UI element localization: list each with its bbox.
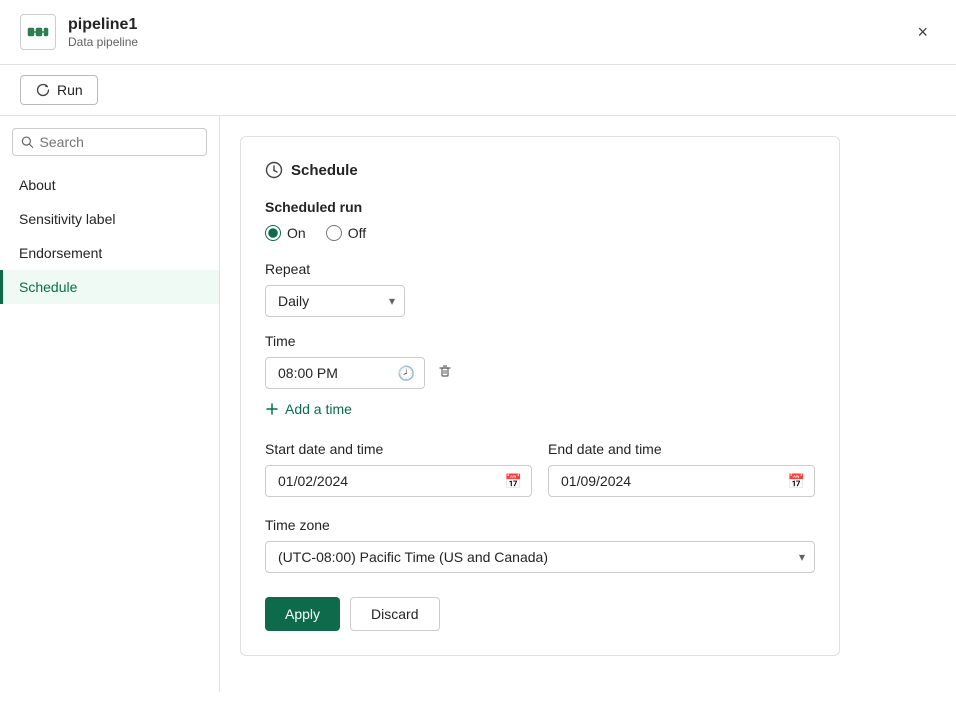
start-date-input[interactable] [265,465,532,497]
run-button[interactable]: Run [20,75,98,105]
time-label: Time [265,333,815,349]
time-row: 🕗 [265,357,815,389]
main-layout: About Sensitivity label Endorsement Sche… [0,116,956,692]
end-date-label: End date and time [548,441,815,457]
sidebar-item-sensitivity-label[interactable]: Sensitivity label [0,202,219,236]
sidebar: About Sensitivity label Endorsement Sche… [0,116,220,692]
search-input[interactable] [40,134,198,150]
title-group: pipeline1 Data pipeline [68,15,138,48]
end-date-input-wrapper: 📅 [548,465,815,497]
start-date-field: Start date and time 📅 [265,441,532,497]
radio-off-input[interactable] [326,225,342,241]
radio-off[interactable]: Off [326,225,366,241]
scheduled-run-label: Scheduled run [265,199,815,215]
trash-icon [437,363,453,379]
header: pipeline1 Data pipeline × [0,0,956,65]
timezone-select[interactable]: (UTC-08:00) Pacific Time (US and Canada)… [265,541,815,573]
timezone-wrapper: (UTC-08:00) Pacific Time (US and Canada)… [265,541,815,573]
start-date-label: Start date and time [265,441,532,457]
scheduled-run-radio-group: On Off [265,225,815,241]
start-calendar-icon[interactable]: 📅 [505,473,522,490]
repeat-select[interactable]: Daily Weekly Monthly [265,285,405,317]
panel-header: Schedule [265,161,815,179]
schedule-panel: Schedule Scheduled run On Off Repeat Dai… [240,136,840,656]
sidebar-item-schedule[interactable]: Schedule [0,270,219,304]
content-area: Schedule Scheduled run On Off Repeat Dai… [220,116,956,692]
radio-on[interactable]: On [265,225,306,241]
app-title: pipeline1 [68,15,138,34]
end-date-field: End date and time 📅 [548,441,815,497]
repeat-select-wrapper: Daily Weekly Monthly ▾ [265,285,405,317]
header-left: pipeline1 Data pipeline [20,14,138,50]
sidebar-item-endorsement[interactable]: Endorsement [0,236,219,270]
repeat-label: Repeat [265,261,815,277]
end-calendar-icon[interactable]: 📅 [788,473,805,490]
radio-on-input[interactable] [265,225,281,241]
clock-icon [265,161,283,179]
start-date-input-wrapper: 📅 [265,465,532,497]
time-input[interactable] [265,357,425,389]
search-icon [21,135,34,149]
app-subtitle: Data pipeline [68,35,138,49]
close-button[interactable]: × [909,18,936,47]
sidebar-item-about[interactable]: About [0,168,219,202]
action-buttons: Apply Discard [265,597,815,631]
discard-button[interactable]: Discard [350,597,439,631]
delete-time-button[interactable] [433,359,457,388]
plus-icon [265,402,279,416]
timezone-label: Time zone [265,517,815,533]
pipeline-icon [20,14,56,50]
toolbar: Run [0,65,956,116]
apply-button[interactable]: Apply [265,597,340,631]
time-input-wrapper: 🕗 [265,357,425,389]
add-time-button[interactable]: Add a time [265,397,352,421]
end-date-input[interactable] [548,465,815,497]
date-row: Start date and time 📅 End date and time … [265,441,815,497]
search-box[interactable] [12,128,207,156]
refresh-icon [35,82,51,98]
